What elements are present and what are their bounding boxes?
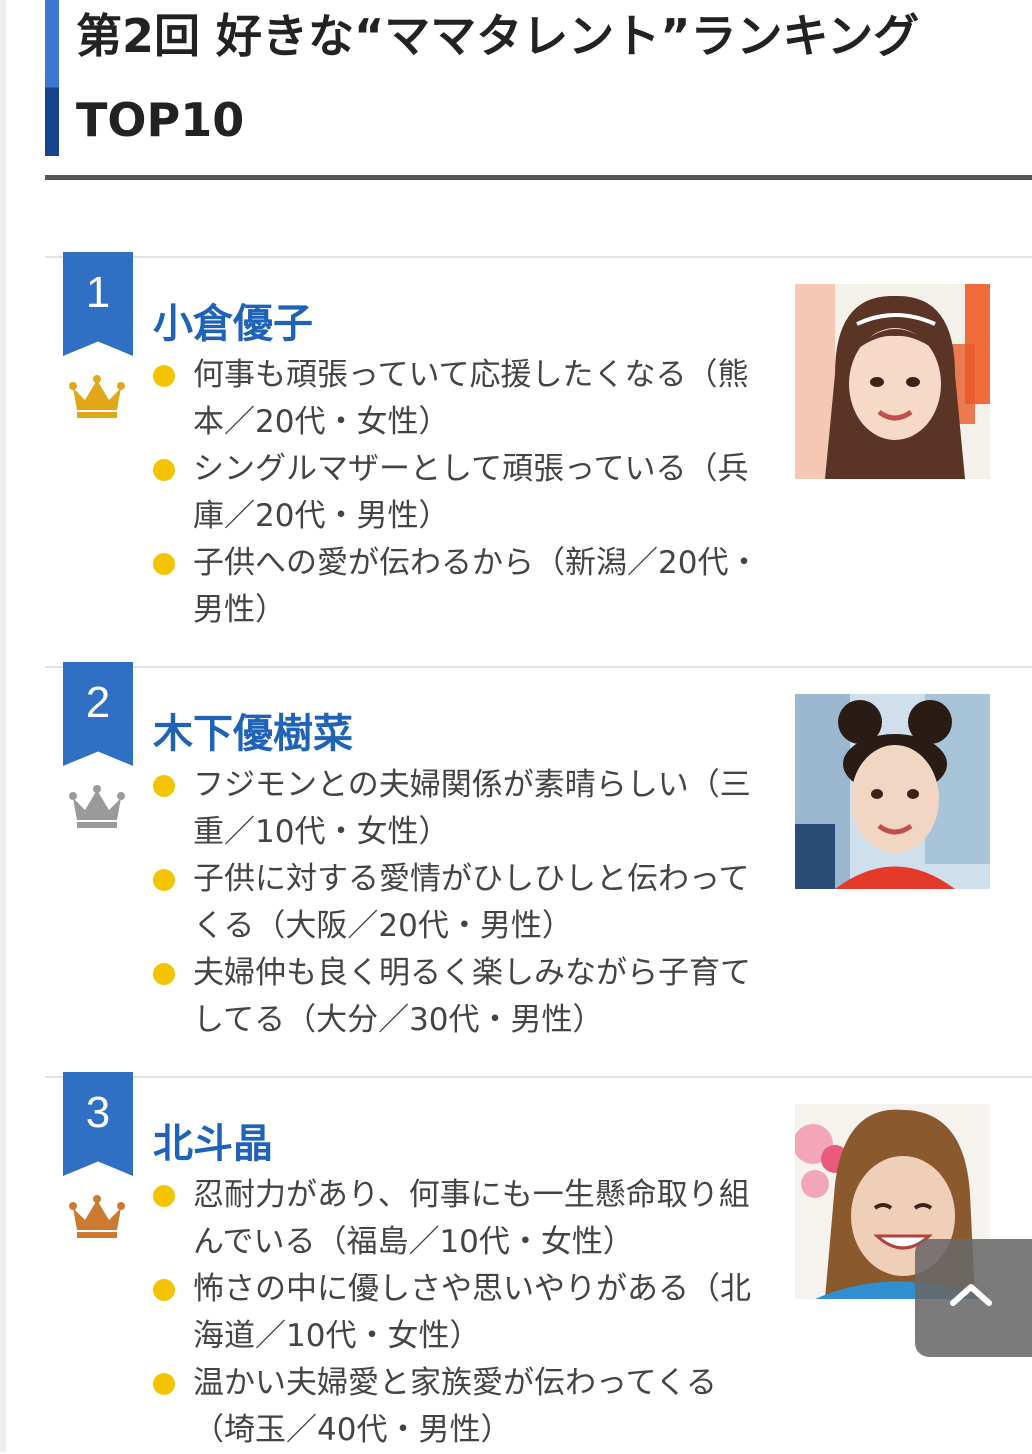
bullet-dot-icon (153, 869, 175, 891)
list-item: 夫婦仲も良く明るく楽しみながら子育てしてる（大分／30代・男性） (149, 950, 769, 1044)
comment-list: 何事も頑張っていて応援したくなる（熊本／20代・女性） シングルマザーとして頑張… (149, 352, 769, 634)
entry-divider (45, 1076, 1032, 1078)
comment-text: 子供への愛が伝わるから（新潟／20代・男性） (193, 545, 760, 628)
list-item: シングルマザーとして頑張っている（兵庫／20代・男性） (149, 446, 769, 540)
bullet-dot-icon (153, 459, 175, 481)
back-to-top-button[interactable] (915, 1239, 1032, 1357)
list-item: 子供への愛が伝わるから（新潟／20代・男性） (149, 540, 769, 634)
list-item: 温かい夫婦愛と家族愛が伝わってくる（埼玉／40代・男性） (149, 1360, 769, 1454)
comment-text: 怖さの中に優しさや思いやりがある（北海道／10代・女性） (193, 1271, 751, 1354)
comment-list: フジモンとの夫婦関係が素晴らしい（三重／10代・女性） 子供に対する愛情がひしひ… (149, 762, 769, 1044)
title-accent-bar (45, 0, 59, 156)
entry-divider (45, 256, 1032, 258)
bullet-dot-icon (153, 365, 175, 387)
talent-name[interactable]: 木下優樹菜 (153, 706, 353, 762)
rank-badge: 2 (63, 662, 133, 766)
comment-text: フジモンとの夫婦関係が素晴らしい（三重／10代・女性） (193, 767, 751, 850)
rank-number: 3 (85, 1088, 111, 1137)
page-title: 第2回 好きな“ママタレント”ランキング (76, 9, 920, 63)
list-item: フジモンとの夫婦関係が素晴らしい（三重／10代・女性） (149, 762, 769, 856)
talent-photo (795, 284, 990, 479)
comment-text: 夫婦仲も良く明るく楽しみながら子育てしてる（大分／30代・男性） (193, 955, 751, 1038)
talent-name[interactable]: 北斗晶 (153, 1116, 273, 1172)
bullet-dot-icon (153, 1279, 175, 1301)
left-edge (0, 0, 6, 1452)
comment-text: 何事も頑張っていて応援したくなる（熊本／20代・女性） (193, 357, 749, 440)
comment-text: 温かい夫婦愛と家族愛が伝わってくる（埼玉／40代・男性） (193, 1365, 717, 1448)
bullet-dot-icon (153, 1373, 175, 1395)
list-item: 怖さの中に優しさや思いやりがある（北海道／10代・女性） (149, 1266, 769, 1360)
bullet-dot-icon (153, 963, 175, 985)
talent-photo (795, 694, 990, 889)
title-divider (45, 175, 1032, 180)
rank-badge: 3 (63, 1072, 133, 1176)
page-subtitle: TOP10 (76, 93, 245, 147)
gold-crown-icon (69, 375, 125, 418)
list-item: 忍耐力があり、何事にも一生懸命取り組んでいる（福島／10代・女性） (149, 1172, 769, 1266)
bullet-dot-icon (153, 1185, 175, 1207)
comment-text: 子供に対する愛情がひしひしと伝わってくる（大阪／20代・男性） (193, 861, 750, 944)
bronze-crown-icon (69, 1195, 125, 1238)
bullet-dot-icon (153, 775, 175, 797)
rank-number: 2 (85, 678, 111, 727)
chevron-up-icon (950, 1284, 992, 1306)
list-item: 何事も頑張っていて応援したくなる（熊本／20代・女性） (149, 352, 769, 446)
comment-list: 忍耐力があり、何事にも一生懸命取り組んでいる（福島／10代・女性） 怖さの中に優… (149, 1172, 769, 1454)
silver-crown-icon (69, 785, 125, 828)
comment-text: シングルマザーとして頑張っている（兵庫／20代・男性） (193, 451, 749, 534)
list-item: 子供に対する愛情がひしひしと伝わってくる（大阪／20代・男性） (149, 856, 769, 950)
bullet-dot-icon (153, 553, 175, 575)
comment-text: 忍耐力があり、何事にも一生懸命取り組んでいる（福島／10代・女性） (193, 1177, 750, 1260)
rank-number: 1 (85, 268, 111, 317)
talent-name[interactable]: 小倉優子 (153, 296, 313, 352)
entry-divider (45, 666, 1032, 668)
rank-badge: 1 (63, 252, 133, 356)
